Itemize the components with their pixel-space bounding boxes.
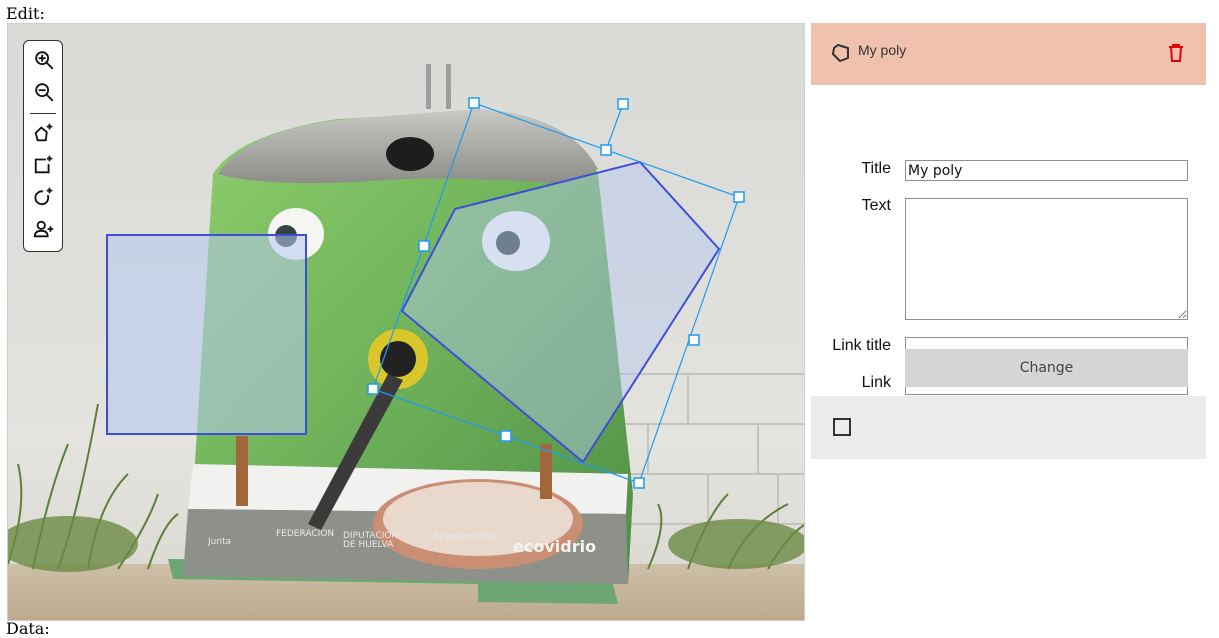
add-person-icon[interactable] — [32, 217, 56, 241]
text-field[interactable] — [905, 198, 1188, 320]
annotation-panel: My poly Title Text Link title Link Chang… — [811, 23, 1206, 459]
annotation-name: My poly — [858, 42, 907, 58]
polygon-icon — [831, 43, 851, 68]
add-polygon-icon[interactable] — [32, 121, 56, 145]
svg-text:ecovidrio: ecovidrio — [513, 537, 596, 556]
image-canvas[interactable]: ecovidrio DIPUTACION DE HUELVA Junta FED… — [7, 23, 805, 621]
add-rectangle-icon[interactable] — [32, 153, 56, 177]
text-label: Text — [861, 197, 891, 214]
title-label: Title — [861, 160, 891, 177]
svg-text:DE HUELVA: DE HUELVA — [343, 540, 394, 550]
link-label: Link — [861, 374, 891, 391]
annotation-item-rectangle[interactable] — [811, 396, 1206, 459]
zoom-in-icon[interactable] — [32, 48, 56, 72]
toolbar-divider — [30, 113, 56, 114]
change-button[interactable]: Change — [905, 349, 1188, 387]
data-label: Data: — [6, 619, 50, 638]
link-title-label: Link title — [832, 337, 891, 354]
editor-toolbar — [23, 40, 63, 252]
rectangle-icon — [832, 417, 852, 442]
svg-text:FEDERACION: FEDERACION — [276, 529, 334, 539]
trash-icon[interactable] — [1167, 43, 1185, 68]
zoom-out-icon[interactable] — [32, 80, 56, 104]
svg-text:Ayuntamiento: Ayuntamiento — [433, 532, 496, 542]
svg-text:Junta: Junta — [207, 537, 231, 547]
add-circle-icon[interactable] — [32, 185, 56, 209]
title-field[interactable] — [905, 160, 1188, 181]
selected-annotation-item[interactable]: My poly — [811, 23, 1206, 85]
edit-label: Edit: — [6, 4, 45, 23]
photo-scene: ecovidrio DIPUTACION DE HUELVA Junta FED… — [8, 24, 804, 620]
